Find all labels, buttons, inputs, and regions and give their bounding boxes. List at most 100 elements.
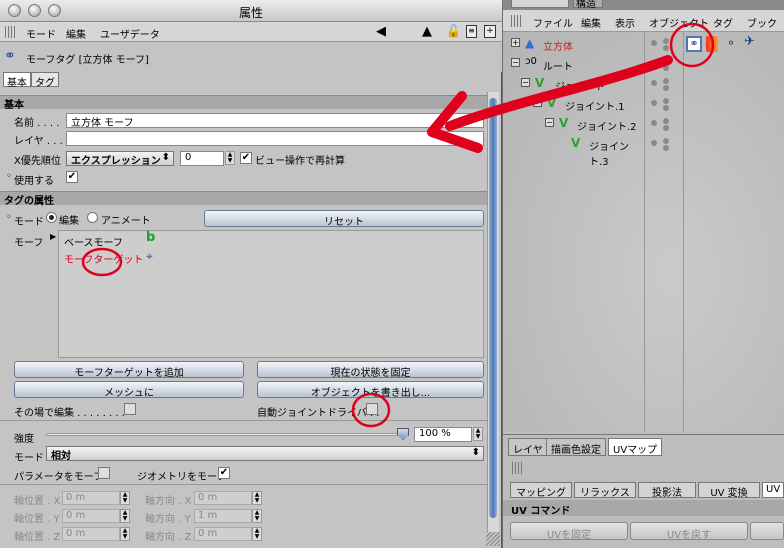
- viewcalc-checkbox[interactable]: ✔: [240, 152, 252, 164]
- uv-tab-transform[interactable]: UV 変換: [698, 482, 760, 499]
- morph-item-base[interactable]: ベースモーフ: [64, 234, 123, 249]
- enable-checkbox[interactable]: ✔: [66, 171, 78, 183]
- tab-structure[interactable]: 構造: [573, 0, 603, 10]
- visibility-dot[interactable]: [663, 118, 669, 124]
- weight-tag-icon[interactable]: ✈: [744, 34, 755, 49]
- spinner-icon[interactable]: ▲ ▼: [120, 509, 130, 523]
- name-field[interactable]: 立方体 モーフ: [66, 113, 484, 129]
- visibility-dot[interactable]: [651, 40, 657, 46]
- collapse-icon[interactable]: −: [521, 78, 530, 87]
- object-row[interactable]: − V ジョイント.1: [503, 96, 643, 114]
- visibility-dot[interactable]: [663, 45, 669, 51]
- menu-file[interactable]: ファイル: [533, 15, 573, 30]
- object-row[interactable]: V ジョイント.3: [503, 136, 643, 168]
- title-bar[interactable]: 属性: [0, 0, 502, 22]
- menu-tag[interactable]: タグ: [713, 15, 733, 30]
- visibility-dot[interactable]: [663, 125, 669, 131]
- uv-tab-relax[interactable]: リラックスUV: [574, 482, 636, 510]
- expand-triangle-icon[interactable]: ▶: [50, 232, 56, 241]
- skin-tag-icon[interactable]: ⚬: [726, 36, 736, 50]
- uv-tab-more[interactable]: UV: [762, 482, 784, 498]
- menu-edit[interactable]: 編集: [581, 15, 601, 30]
- visibility-dot[interactable]: [663, 145, 669, 151]
- grip-icon[interactable]: [511, 15, 521, 27]
- axis-pos-x-field[interactable]: 0 m: [62, 491, 120, 505]
- grip-icon[interactable]: [5, 26, 15, 38]
- target-icon[interactable]: ⌖: [146, 249, 153, 264]
- tab-objects[interactable]: [511, 0, 569, 8]
- visibility-dot[interactable]: [663, 38, 669, 44]
- strength-field[interactable]: 100 %: [414, 427, 472, 442]
- scrollbar-thumb[interactable]: [489, 98, 497, 518]
- animate-radio[interactable]: [87, 212, 98, 223]
- expand-icon[interactable]: +: [511, 38, 520, 47]
- visibility-dot[interactable]: [663, 78, 669, 84]
- uv-fix-button[interactable]: UVを固定: [510, 522, 628, 541]
- fix-state-button[interactable]: 現在の状態を固定: [257, 361, 484, 379]
- back-arrow-icon[interactable]: ◀: [376, 24, 386, 39]
- menu-bookmark[interactable]: ブック: [747, 15, 777, 30]
- strength-slider[interactable]: [46, 433, 404, 436]
- edit-inplace-checkbox[interactable]: [124, 403, 136, 415]
- add-target-button[interactable]: モーフターゲットを追加: [14, 361, 244, 379]
- visibility-dot[interactable]: [663, 105, 669, 111]
- uv-more-button[interactable]: [750, 522, 784, 540]
- axis-dir-y-field[interactable]: 1 m: [194, 509, 252, 523]
- tab-basic[interactable]: 基本: [3, 72, 31, 89]
- geo-morph-checkbox[interactable]: ✔: [218, 467, 230, 479]
- layer-field[interactable]: [66, 131, 484, 146]
- visibility-dot[interactable]: [651, 120, 657, 126]
- uv-restore-button[interactable]: UVを戻す: [630, 522, 748, 541]
- tab-uv-map[interactable]: UVマップ: [608, 438, 663, 456]
- visibility-dot[interactable]: [663, 98, 669, 104]
- resize-grip-icon[interactable]: [486, 532, 500, 546]
- visibility-dot[interactable]: [651, 140, 657, 146]
- grip-icon[interactable]: [512, 462, 522, 474]
- export-object-button[interactable]: オブジェクトを書き出し...: [257, 381, 484, 399]
- collapse-icon[interactable]: −: [533, 98, 542, 107]
- object-row[interactable]: − V ジョイント: [503, 76, 643, 94]
- visibility-dot[interactable]: [663, 85, 669, 91]
- param-morph-checkbox[interactable]: [98, 467, 110, 479]
- visibility-dot[interactable]: [651, 80, 657, 86]
- auto-joint-checkbox[interactable]: [366, 403, 378, 415]
- list-icon[interactable]: ≡: [466, 25, 477, 38]
- new-window-icon[interactable]: +: [484, 25, 496, 38]
- spinner-icon[interactable]: ▲ ▼: [225, 151, 235, 165]
- spinner-icon[interactable]: ▲ ▼: [473, 427, 483, 441]
- to-mesh-button[interactable]: メッシュに: [14, 381, 244, 399]
- menu-object[interactable]: オブジェクト: [649, 15, 709, 30]
- axis-dir-z-field[interactable]: 0 m: [194, 527, 252, 541]
- spinner-icon[interactable]: ▲ ▼: [252, 491, 262, 505]
- visibility-dot[interactable]: [663, 65, 669, 71]
- reset-button[interactable]: リセット: [204, 210, 484, 228]
- lock-icon[interactable]: 🔓: [446, 24, 461, 38]
- xpriority-number[interactable]: 0: [180, 151, 224, 166]
- visibility-dot[interactable]: [663, 138, 669, 144]
- cursor-icon[interactable]: ▲: [422, 24, 432, 39]
- material-tag-icon[interactable]: [706, 36, 718, 52]
- menu-edit[interactable]: 編集: [66, 26, 86, 41]
- edit-radio[interactable]: [46, 212, 57, 223]
- axis-pos-z-field[interactable]: 0 m: [62, 527, 120, 541]
- tab-tag[interactable]: タグ: [31, 72, 59, 89]
- menu-view[interactable]: 表示: [615, 15, 635, 30]
- tab-layer[interactable]: レイヤ: [508, 438, 548, 456]
- uv-tab-projection[interactable]: 投影法: [638, 482, 696, 499]
- spinner-icon[interactable]: ▲ ▼: [252, 509, 262, 523]
- xpriority-dropdown[interactable]: エクスプレッション ⬍: [66, 151, 174, 167]
- collapse-icon[interactable]: −: [545, 118, 554, 127]
- spinner-icon[interactable]: ▲ ▼: [252, 527, 262, 541]
- menu-userdata[interactable]: ユーザデータ: [100, 26, 160, 41]
- visibility-dot[interactable]: [651, 60, 657, 66]
- tab-display-color[interactable]: 描画色設定: [546, 438, 606, 456]
- object-row[interactable]: − ↄ0 ルート: [503, 56, 643, 74]
- menu-mode[interactable]: モード: [26, 26, 56, 41]
- axis-dir-x-field[interactable]: 0 m: [194, 491, 252, 505]
- mode2-dropdown[interactable]: 相対 ⬍: [46, 446, 484, 462]
- axis-pos-y-field[interactable]: 0 m: [62, 509, 120, 523]
- morph-tag-icon[interactable]: ⚭: [686, 36, 702, 52]
- spinner-icon[interactable]: ▲ ▼: [120, 527, 130, 541]
- morph-item-target[interactable]: モーフターゲット: [64, 251, 143, 266]
- object-row[interactable]: + ▲ 立方体: [503, 36, 643, 54]
